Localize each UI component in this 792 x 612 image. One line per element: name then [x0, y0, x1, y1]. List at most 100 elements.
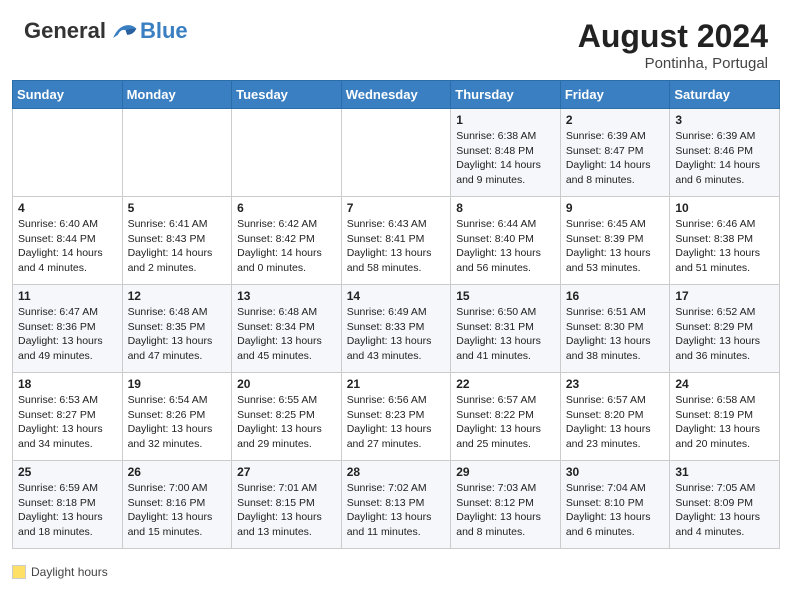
day-number: 11 — [18, 289, 117, 303]
table-row: 16 Sunrise: 6:51 AM Sunset: 8:30 PM Dayli… — [560, 285, 670, 373]
day-info: Sunrise: 6:57 AM Sunset: 8:22 PM Dayligh… — [456, 393, 555, 452]
day-number: 8 — [456, 201, 555, 215]
day-info: Sunrise: 6:55 AM Sunset: 8:25 PM Dayligh… — [237, 393, 336, 452]
day-info: Sunrise: 7:03 AM Sunset: 8:12 PM Dayligh… — [456, 481, 555, 540]
day-number: 1 — [456, 113, 555, 127]
table-row: 15Sunrise: 6:50 AM Sunset: 8:31 PM Dayli… — [451, 285, 561, 373]
day-number: 29 — [456, 465, 555, 479]
day-info: Sunrise: 6:42 AM Sunset: 8:42 PM Dayligh… — [237, 217, 336, 276]
day-info: Sunrise: 6:40 AM Sunset: 8:44 PM Dayligh… — [18, 217, 117, 276]
day-number: 24 — [675, 377, 774, 391]
day-number: 13 — [237, 289, 336, 303]
table-row — [122, 109, 232, 197]
table-row: 17 Sunrise: 6:52 AM Sunset: 8:29 PM Dayli… — [670, 285, 780, 373]
day-info: Sunrise: 6:48 AM Sunset: 8:35 PM Dayligh… — [128, 305, 227, 364]
legend: Daylight hours — [0, 559, 792, 583]
calendar-week-row: 25 Sunrise: 6:59 AM Sunset: 8:18 PM Dayli… — [13, 461, 780, 549]
page-header: General Blue August 2024 Pontinha, Portu… — [0, 0, 792, 80]
table-row: 7Sunrise: 6:43 AM Sunset: 8:41 PM Daylig… — [341, 197, 451, 285]
table-row — [341, 109, 451, 197]
logo-bird-icon — [110, 20, 138, 42]
day-info: Sunrise: 6:49 AM Sunset: 8:33 PM Dayligh… — [347, 305, 446, 364]
day-info: Sunrise: 6:46 AM Sunset: 8:38 PM Dayligh… — [675, 217, 774, 276]
table-row: 6 Sunrise: 6:42 AM Sunset: 8:42 PM Daylig… — [232, 197, 342, 285]
day-info: Sunrise: 6:47 AM Sunset: 8:36 PM Dayligh… — [18, 305, 117, 364]
table-row: 25 Sunrise: 6:59 AM Sunset: 8:18 PM Dayli… — [13, 461, 123, 549]
calendar-week-row: 1 Sunrise: 6:38 AM Sunset: 8:48 PM Daylig… — [13, 109, 780, 197]
day-info: Sunrise: 6:48 AM Sunset: 8:34 PM Dayligh… — [237, 305, 336, 364]
day-number: 19 — [128, 377, 227, 391]
day-info: Sunrise: 6:57 AM Sunset: 8:20 PM Dayligh… — [566, 393, 665, 452]
calendar-week-row: 18 Sunrise: 6:53 AM Sunset: 8:27 PM Dayli… — [13, 373, 780, 461]
day-info: Sunrise: 7:02 AM Sunset: 8:13 PM Dayligh… — [347, 481, 446, 540]
day-number: 2 — [566, 113, 665, 127]
col-tuesday: Tuesday — [232, 81, 342, 109]
calendar-header-row: Sunday Monday Tuesday Wednesday Thursday… — [13, 81, 780, 109]
calendar-week-row: 11 Sunrise: 6:47 AM Sunset: 8:36 PM Dayli… — [13, 285, 780, 373]
logo-general-text: General — [24, 18, 106, 44]
day-info: Sunrise: 6:58 AM Sunset: 8:19 PM Dayligh… — [675, 393, 774, 452]
table-row: 23 Sunrise: 6:57 AM Sunset: 8:20 PM Dayli… — [560, 373, 670, 461]
day-number: 10 — [675, 201, 774, 215]
table-row: 3 Sunrise: 6:39 AM Sunset: 8:46 PM Daylig… — [670, 109, 780, 197]
table-row: 29 Sunrise: 7:03 AM Sunset: 8:12 PM Dayli… — [451, 461, 561, 549]
day-info: Sunrise: 7:04 AM Sunset: 8:10 PM Dayligh… — [566, 481, 665, 540]
day-info: Sunrise: 7:05 AM Sunset: 8:09 PM Dayligh… — [675, 481, 774, 540]
table-row: 31 Sunrise: 7:05 AM Sunset: 8:09 PM Dayli… — [670, 461, 780, 549]
day-number: 31 — [675, 465, 774, 479]
col-wednesday: Wednesday — [341, 81, 451, 109]
table-row: 10 Sunrise: 6:46 AM Sunset: 8:38 PM Dayli… — [670, 197, 780, 285]
col-thursday: Thursday — [451, 81, 561, 109]
col-saturday: Saturday — [670, 81, 780, 109]
table-row: 14 Sunrise: 6:49 AM Sunset: 8:33 PM Dayli… — [341, 285, 451, 373]
day-info: Sunrise: 7:01 AM Sunset: 8:15 PM Dayligh… — [237, 481, 336, 540]
day-info: Sunrise: 6:50 AM Sunset: 8:31 PM Dayligh… — [456, 305, 555, 364]
day-number: 23 — [566, 377, 665, 391]
day-info: Sunrise: 6:38 AM Sunset: 8:48 PM Dayligh… — [456, 129, 555, 188]
table-row: 21Sunrise: 6:56 AM Sunset: 8:23 PM Dayli… — [341, 373, 451, 461]
day-number: 22 — [456, 377, 555, 391]
col-sunday: Sunday — [13, 81, 123, 109]
day-info: Sunrise: 6:45 AM Sunset: 8:39 PM Dayligh… — [566, 217, 665, 276]
table-row: 22 Sunrise: 6:57 AM Sunset: 8:22 PM Dayli… — [451, 373, 561, 461]
day-info: Sunrise: 6:59 AM Sunset: 8:18 PM Dayligh… — [18, 481, 117, 540]
day-number: 16 — [566, 289, 665, 303]
day-info: Sunrise: 6:54 AM Sunset: 8:26 PM Dayligh… — [128, 393, 227, 452]
day-number: 9 — [566, 201, 665, 215]
calendar-table: Sunday Monday Tuesday Wednesday Thursday… — [12, 80, 780, 549]
day-number: 17 — [675, 289, 774, 303]
day-number: 18 — [18, 377, 117, 391]
logo: General Blue — [24, 18, 188, 44]
day-info: Sunrise: 6:41 AM Sunset: 8:43 PM Dayligh… — [128, 217, 227, 276]
table-row: 19 Sunrise: 6:54 AM Sunset: 8:26 PM Dayli… — [122, 373, 232, 461]
day-info: Sunrise: 6:39 AM Sunset: 8:47 PM Dayligh… — [566, 129, 665, 188]
table-row: 2 Sunrise: 6:39 AM Sunset: 8:47 PM Daylig… — [560, 109, 670, 197]
calendar-wrap: Sunday Monday Tuesday Wednesday Thursday… — [0, 80, 792, 559]
legend-daylight-label: Daylight hours — [31, 565, 108, 579]
day-number: 7 — [347, 201, 446, 215]
day-number: 3 — [675, 113, 774, 127]
day-number: 14 — [347, 289, 446, 303]
day-number: 20 — [237, 377, 336, 391]
day-info: Sunrise: 6:52 AM Sunset: 8:29 PM Dayligh… — [675, 305, 774, 364]
day-number: 6 — [237, 201, 336, 215]
day-number: 25 — [18, 465, 117, 479]
logo-blue-text: Blue — [140, 18, 188, 44]
day-info: Sunrise: 6:51 AM Sunset: 8:30 PM Dayligh… — [566, 305, 665, 364]
day-number: 5 — [128, 201, 227, 215]
day-info: Sunrise: 6:44 AM Sunset: 8:40 PM Dayligh… — [456, 217, 555, 276]
col-friday: Friday — [560, 81, 670, 109]
day-number: 12 — [128, 289, 227, 303]
table-row: 28Sunrise: 7:02 AM Sunset: 8:13 PM Dayli… — [341, 461, 451, 549]
table-row: 24 Sunrise: 6:58 AM Sunset: 8:19 PM Dayli… — [670, 373, 780, 461]
col-monday: Monday — [122, 81, 232, 109]
day-info: Sunrise: 6:53 AM Sunset: 8:27 PM Dayligh… — [18, 393, 117, 452]
table-row: 13 Sunrise: 6:48 AM Sunset: 8:34 PM Dayli… — [232, 285, 342, 373]
table-row: 18 Sunrise: 6:53 AM Sunset: 8:27 PM Dayli… — [13, 373, 123, 461]
day-info: Sunrise: 6:39 AM Sunset: 8:46 PM Dayligh… — [675, 129, 774, 188]
legend-daylight: Daylight hours — [12, 565, 108, 579]
table-row: 11 Sunrise: 6:47 AM Sunset: 8:36 PM Dayli… — [13, 285, 123, 373]
day-info: Sunrise: 7:00 AM Sunset: 8:16 PM Dayligh… — [128, 481, 227, 540]
table-row: 5 Sunrise: 6:41 AM Sunset: 8:43 PM Daylig… — [122, 197, 232, 285]
table-row: 26Sunrise: 7:00 AM Sunset: 8:16 PM Dayli… — [122, 461, 232, 549]
